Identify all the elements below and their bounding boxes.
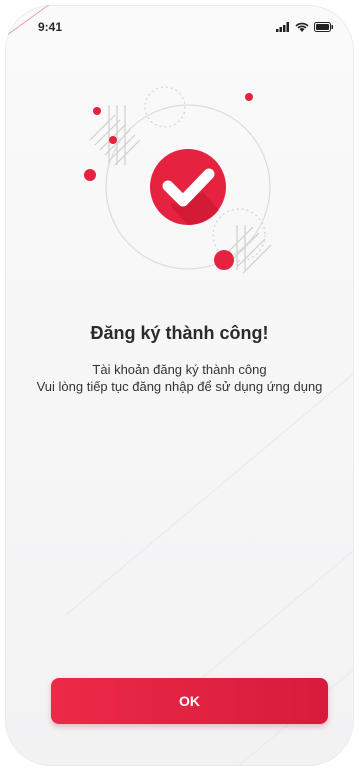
success-illustration: [84, 86, 272, 274]
decor-dot: [84, 169, 96, 181]
check-circle-icon: [150, 149, 226, 226]
success-message-line: Tài khoản đăng ký thành công: [92, 362, 267, 377]
decor-dot: [93, 107, 101, 115]
status-time: 9:41: [38, 20, 63, 34]
battery-icon: [314, 19, 334, 37]
status-icons: [276, 19, 334, 37]
decor-dot: [245, 93, 253, 101]
dotted-circle: [144, 86, 186, 128]
phone-screen: 9:41 Đăng ký thành công! Tài khoản đăng …: [5, 5, 354, 766]
decor-dot: [214, 250, 234, 270]
wifi-icon: [295, 19, 309, 37]
decor-dot: [109, 136, 117, 144]
status-bar: 9:41: [5, 5, 354, 45]
signal-icon: [276, 19, 290, 37]
page-title: Đăng ký thành công!: [90, 323, 269, 343]
ok-button[interactable]: OK: [51, 678, 328, 724]
success-message: Tài khoản đăng ký thành công Vui lòng ti…: [35, 361, 324, 395]
success-message-line: Vui lòng tiếp tục đăng nhập để sử dụng ứ…: [36, 379, 323, 394]
